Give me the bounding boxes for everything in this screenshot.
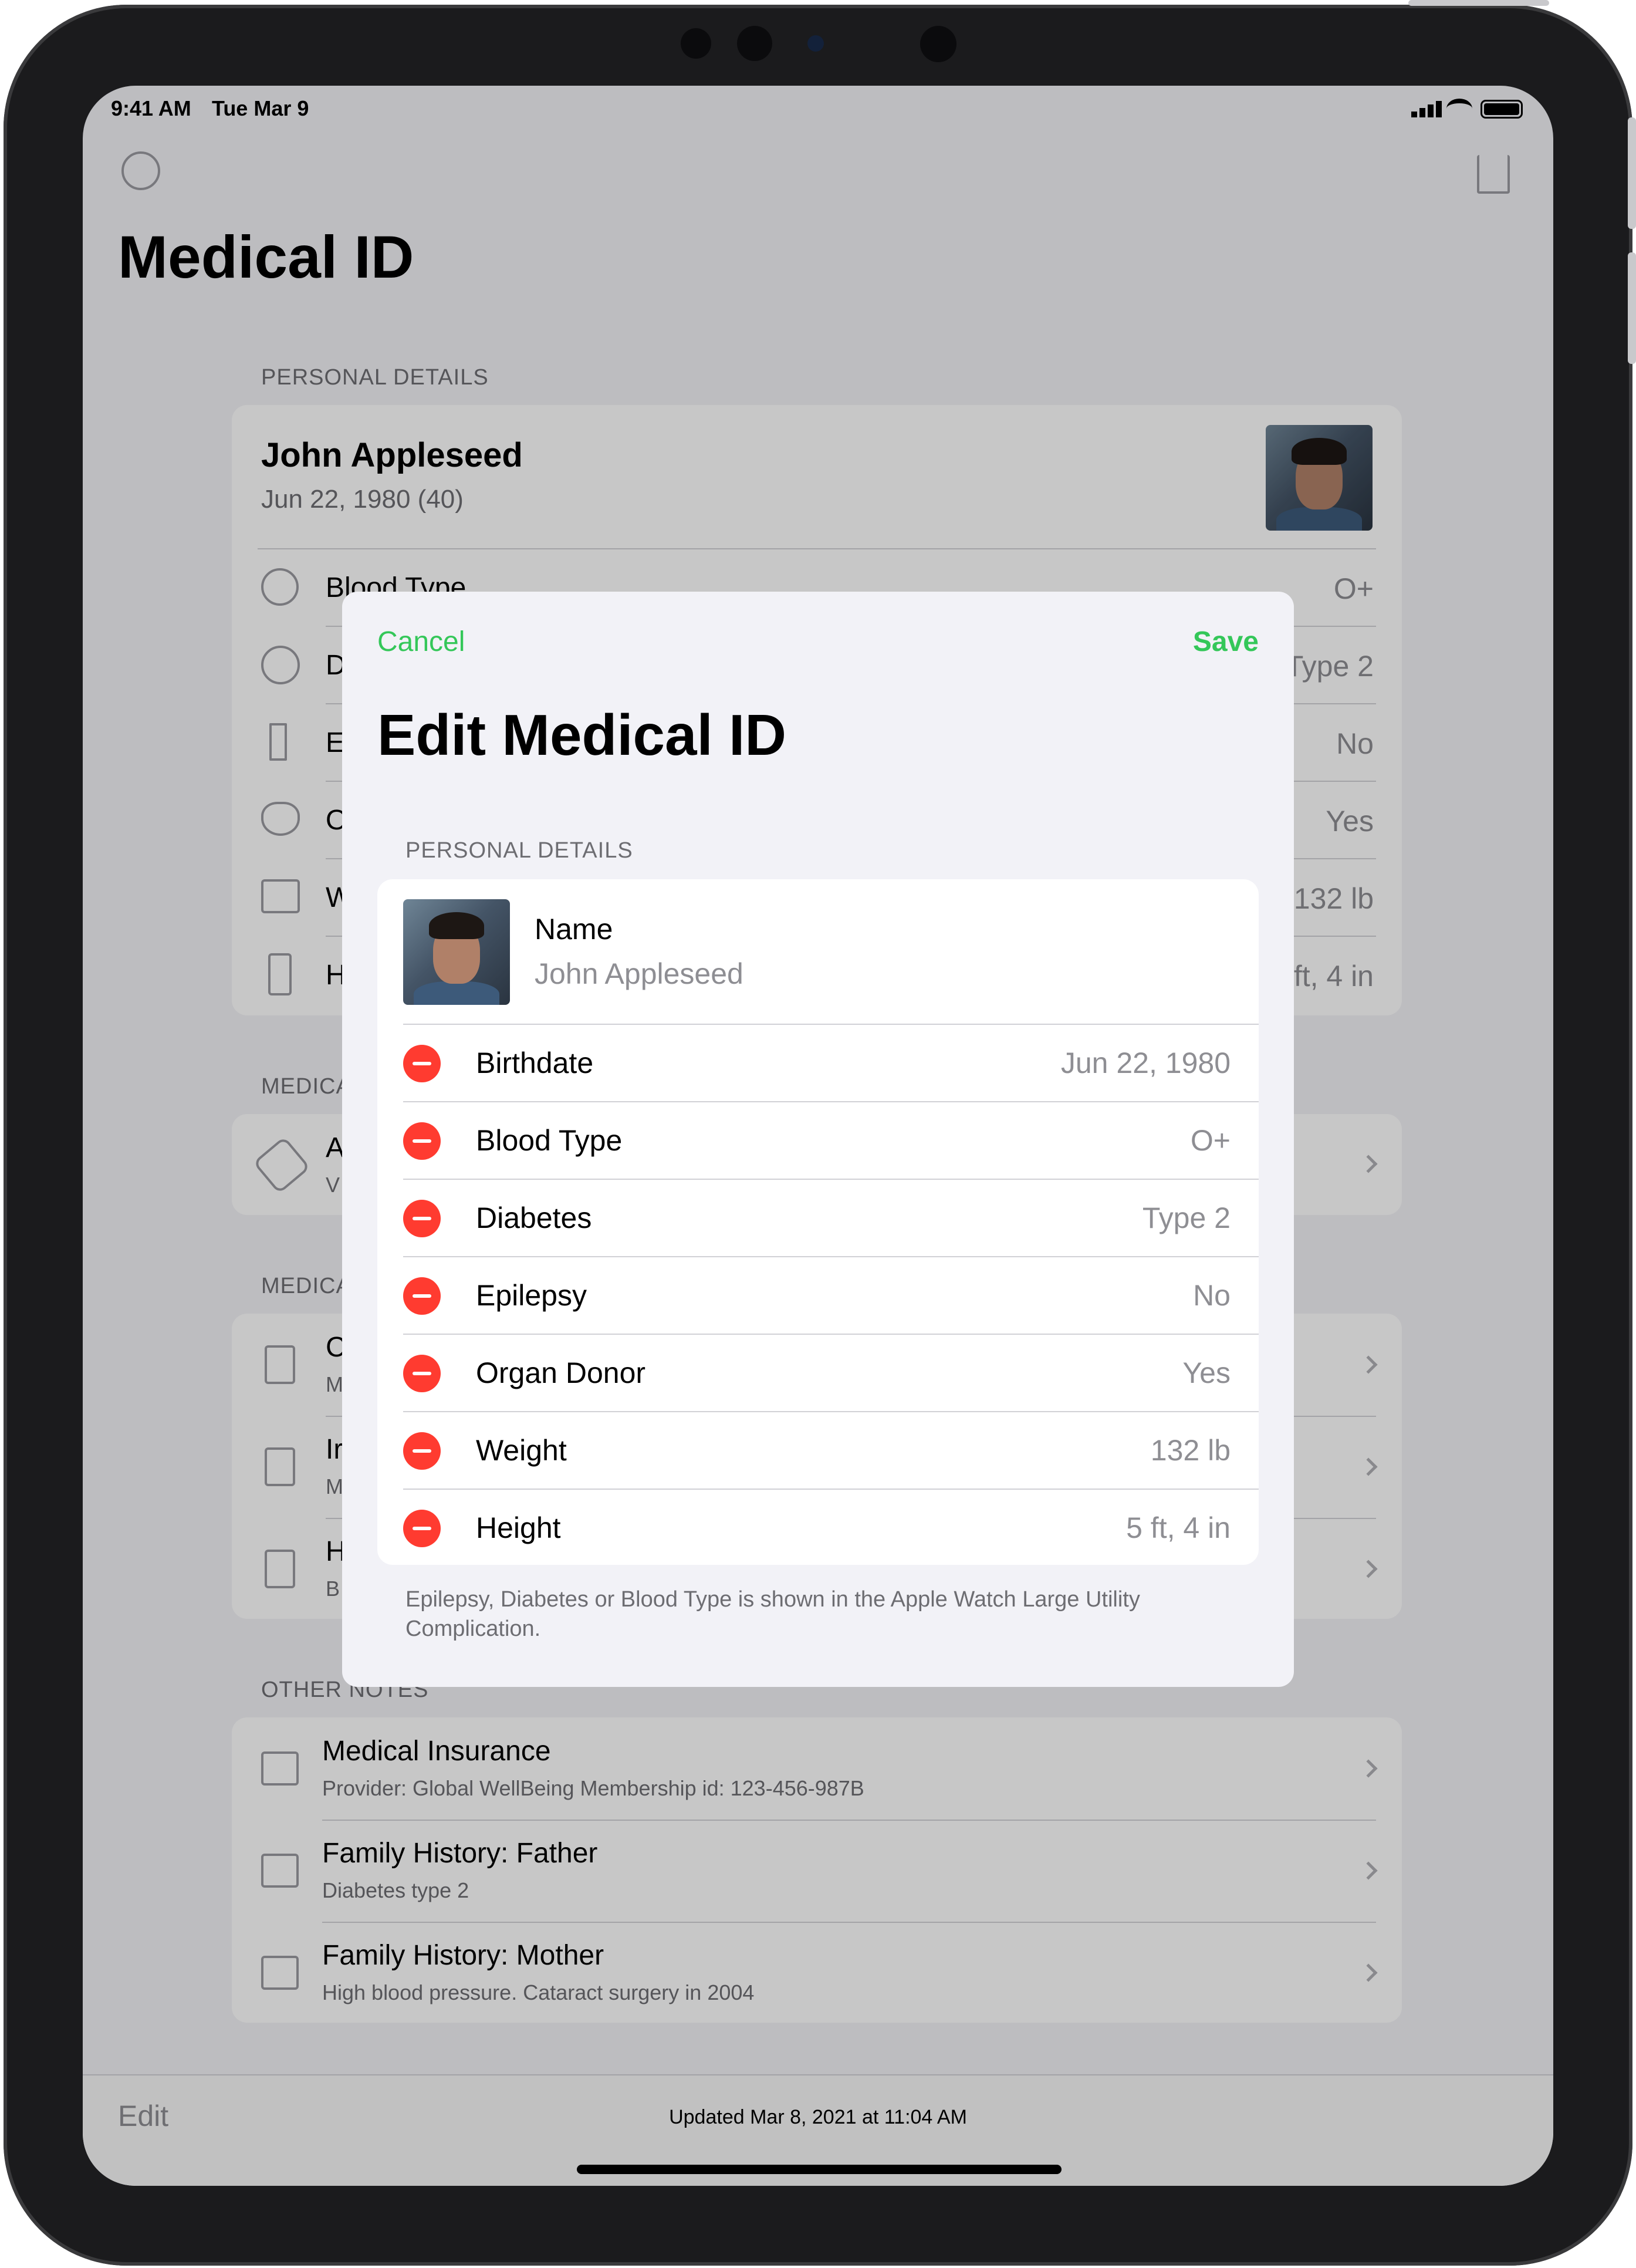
- delete-icon[interactable]: [403, 1200, 441, 1237]
- volume-button: [1628, 252, 1636, 364]
- editable-row-blood-type[interactable]: Blood Type O+: [377, 1102, 1259, 1179]
- editable-row-weight[interactable]: Weight 132 lb: [377, 1412, 1259, 1489]
- row-label: Diabetes: [476, 1202, 592, 1234]
- cancel-button[interactable]: Cancel: [377, 626, 465, 658]
- row-value[interactable]: 5 ft, 4 in: [1126, 1511, 1231, 1545]
- row-label: Epilepsy: [476, 1279, 587, 1312]
- row-value[interactable]: Jun 22, 1980: [1061, 1046, 1231, 1080]
- delete-icon[interactable]: [403, 1045, 441, 1082]
- row-label: Blood Type: [476, 1124, 623, 1157]
- row-label: Height: [476, 1511, 561, 1544]
- row-label: Birthdate: [476, 1047, 594, 1079]
- sensor-dot: [920, 26, 956, 62]
- row-label: Weight: [476, 1434, 567, 1467]
- row-value[interactable]: No: [1193, 1278, 1231, 1312]
- row-label: Organ Donor: [476, 1356, 646, 1389]
- section-label: PERSONAL DETAILS: [405, 838, 633, 863]
- row-value[interactable]: 132 lb: [1151, 1433, 1231, 1467]
- delete-icon[interactable]: [403, 1355, 441, 1392]
- row-value[interactable]: O+: [1191, 1123, 1231, 1157]
- editable-row-birthdate[interactable]: Birthdate Jun 22, 1980: [377, 1025, 1259, 1101]
- row-value[interactable]: Yes: [1182, 1356, 1231, 1390]
- editable-row-organ-donor[interactable]: Organ Donor Yes: [377, 1335, 1259, 1411]
- top-button: [1408, 0, 1549, 6]
- delete-icon[interactable]: [403, 1277, 441, 1315]
- camera-lens: [807, 35, 824, 52]
- row-value[interactable]: Type 2: [1143, 1201, 1231, 1235]
- sensor-dot: [681, 28, 711, 59]
- name-label: Name: [535, 913, 613, 946]
- editable-row-height[interactable]: Height 5 ft, 4 in: [377, 1490, 1259, 1565]
- delete-icon[interactable]: [403, 1432, 441, 1470]
- editable-row-epilepsy[interactable]: Epilepsy No: [377, 1257, 1259, 1334]
- profile-photo[interactable]: [403, 899, 510, 1005]
- name-field[interactable]: John Appleseed: [535, 957, 743, 991]
- personal-details-edit-card: Name John Appleseed Birthdate Jun 22, 19…: [377, 879, 1259, 1565]
- footnote: Epilepsy, Diabetes or Blood Type is show…: [405, 1587, 1140, 1641]
- save-button[interactable]: Save: [1193, 626, 1259, 658]
- delete-icon[interactable]: [403, 1510, 441, 1547]
- sheet-title: Edit Medical ID: [377, 703, 787, 767]
- sensor-dot: [737, 26, 772, 61]
- ipad-device: 9:41 AM Tue Mar 9 Medical ID PERSONAL DE…: [0, 0, 1636, 2268]
- screen: 9:41 AM Tue Mar 9 Medical ID PERSONAL DE…: [83, 86, 1553, 2186]
- editable-row-diabetes[interactable]: Diabetes Type 2: [377, 1180, 1259, 1256]
- volume-button: [1628, 117, 1636, 229]
- edit-medical-id-sheet: Cancel Save Edit Medical ID PERSONAL DET…: [342, 592, 1294, 1687]
- delete-icon[interactable]: [403, 1122, 441, 1160]
